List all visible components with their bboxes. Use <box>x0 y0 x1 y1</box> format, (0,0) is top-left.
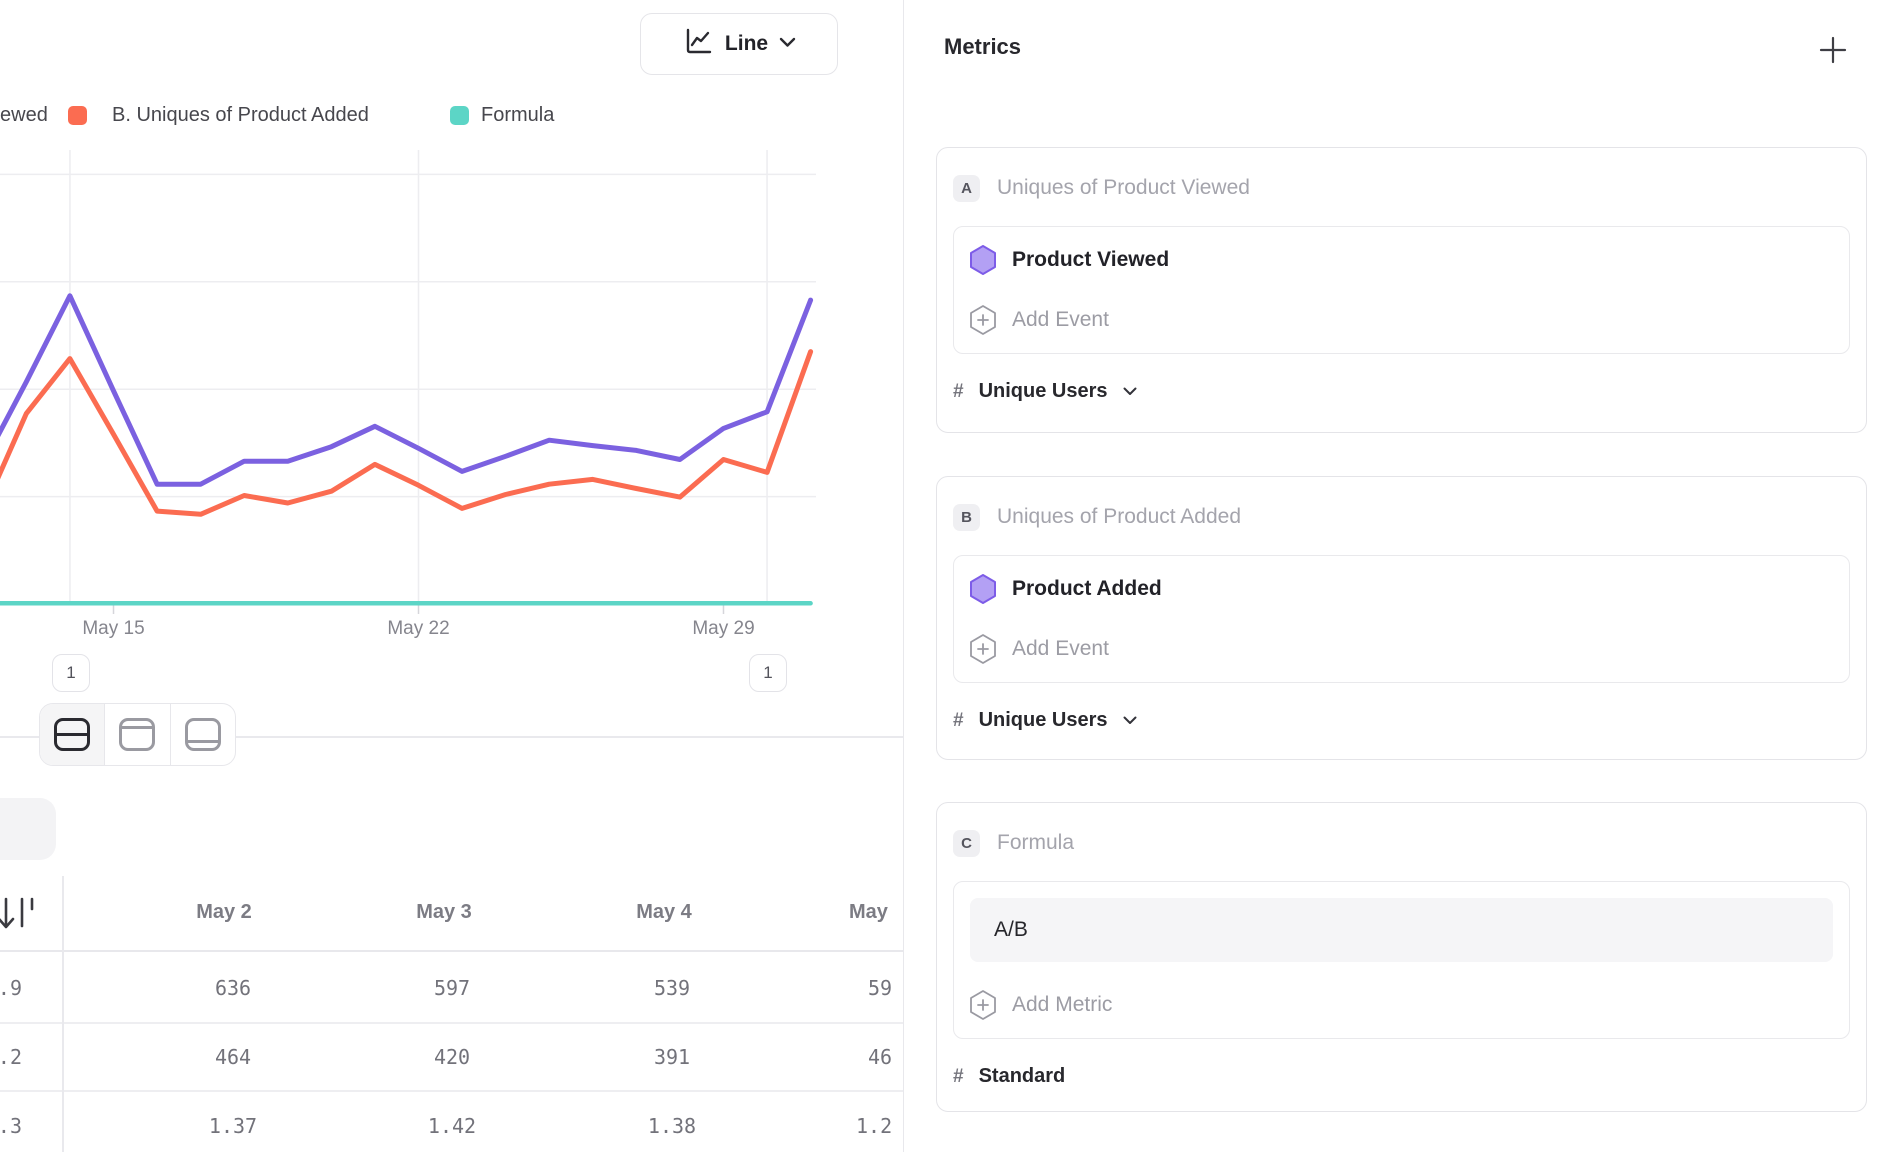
metric-title: Uniques of Product Added <box>997 505 1241 529</box>
table-cell: 1.37 <box>143 1110 323 1142</box>
sort-descending-icon[interactable] <box>0 894 42 934</box>
series-line <box>0 352 811 515</box>
legend-item-formula[interactable]: Formula <box>481 104 554 127</box>
metric-title: Formula <box>997 831 1074 855</box>
line-chart-icon <box>682 26 714 63</box>
table-header-border <box>0 950 903 952</box>
measure-label: Unique Users <box>979 709 1108 732</box>
layout-toggle-group <box>39 703 236 766</box>
add-event-icon <box>970 305 996 335</box>
metric-card-header: A Uniques of Product Viewed <box>953 174 1850 202</box>
table-cell: 597 <box>362 972 542 1004</box>
add-metric-label: Add Metric <box>1012 993 1112 1017</box>
table-cell: 1.38 <box>582 1110 762 1142</box>
metric-badge: A <box>953 175 980 202</box>
metric-card-header: C Formula <box>953 829 1850 857</box>
metric-badge: C <box>953 830 980 857</box>
event-box: Product Viewed Add Event <box>953 226 1850 354</box>
number-icon: # <box>953 710 964 732</box>
legend-item-a-partial[interactable]: ewed <box>0 104 48 127</box>
table-only-icon <box>185 718 221 751</box>
add-event-icon <box>970 634 996 664</box>
event-hexagon-icon <box>970 245 996 275</box>
toggle-table-only[interactable] <box>170 704 235 765</box>
table-cell: 464 <box>143 1041 323 1073</box>
table-cell-partial: .2 <box>0 1041 22 1073</box>
event-box: Product Added Add Event <box>953 555 1850 683</box>
table-tab-pill[interactable] <box>0 798 56 860</box>
add-metric-button[interactable]: Add Metric <box>970 988 1833 1022</box>
add-event-button[interactable]: Add Event <box>970 632 1833 666</box>
add-event-button[interactable]: Add Event <box>970 303 1833 337</box>
x-axis-label: May 29 <box>692 618 754 639</box>
section-divider <box>236 736 903 738</box>
legend-swatch-formula <box>450 106 469 125</box>
measure-label: Unique Users <box>979 380 1108 403</box>
add-metric-icon <box>970 990 996 1020</box>
chart-only-icon <box>119 718 155 751</box>
add-metric-plus-icon[interactable] <box>1819 36 1847 69</box>
section-divider <box>0 736 39 738</box>
table-cell-partial: 1.2 <box>856 1110 903 1142</box>
chart-section: May 15 May 22 May 29 ewed B. Uniques of Pr… <box>0 0 903 1152</box>
metric-card-b: B Uniques of Product Added Product Added <box>936 476 1867 760</box>
frozen-column-divider <box>62 876 64 1152</box>
table-header-cell: May 2 <box>134 896 314 928</box>
chevron-down-icon <box>1123 716 1137 725</box>
metric-card-header: B Uniques of Product Added <box>953 503 1850 531</box>
legend-swatch-b <box>68 106 87 125</box>
table-header-cell-cut: May <box>849 896 903 928</box>
toggle-split-view[interactable] <box>40 704 104 765</box>
panel-title: Metrics <box>944 34 1021 60</box>
number-icon: # <box>953 1066 964 1088</box>
legend-item-b[interactable]: B. Uniques of Product Added <box>112 104 369 127</box>
add-event-label: Add Event <box>1012 637 1109 661</box>
insights-report: May 15 May 22 May 29 ewed B. Uniques of Pr… <box>0 0 1898 1152</box>
metric-badge: B <box>953 504 980 531</box>
chart-type-dropdown[interactable]: Line <box>640 13 838 75</box>
metrics-panel: Metrics A Uniques of Product Viewed Prod… <box>903 0 1898 1152</box>
table-header-cell: May 3 <box>354 896 534 928</box>
metric-card-a: A Uniques of Product Viewed Product View… <box>936 147 1867 433</box>
table-cell: 420 <box>362 1041 542 1073</box>
number-icon: # <box>953 381 964 403</box>
table-cell: 391 <box>582 1041 762 1073</box>
table-cell-partial: 59 <box>868 972 903 1004</box>
split-view-icon <box>54 718 90 751</box>
annotation-badge[interactable]: 1 <box>52 654 90 692</box>
table-cell: 636 <box>143 972 323 1004</box>
chevron-down-icon <box>779 35 796 53</box>
event-name: Product Added <box>1012 577 1162 601</box>
formula-box: A/B Add Metric <box>953 881 1850 1039</box>
toggle-chart-only[interactable] <box>104 704 169 765</box>
table-cell-partial: .3 <box>0 1110 22 1142</box>
metric-title: Uniques of Product Viewed <box>997 176 1250 200</box>
table-cell-partial: .9 <box>0 972 22 1004</box>
measure-selector[interactable]: # Unique Users <box>953 709 1850 732</box>
chart-type-label: Line <box>725 32 768 56</box>
measure-label: Standard <box>979 1065 1066 1088</box>
table-cell: 539 <box>582 972 762 1004</box>
table-row-separator <box>0 1022 903 1024</box>
x-axis-label: May 22 <box>387 618 449 639</box>
metric-card-c: C Formula A/B Add Metric # Standard <box>936 802 1867 1112</box>
event-name: Product Viewed <box>1012 248 1169 272</box>
formula-input[interactable]: A/B <box>970 898 1833 962</box>
measure-selector[interactable]: # Unique Users <box>953 380 1850 403</box>
event-row[interactable]: Product Viewed <box>970 243 1833 277</box>
event-row[interactable]: Product Added <box>970 572 1833 606</box>
event-hexagon-icon <box>970 574 996 604</box>
x-axis-label: May 15 <box>82 618 144 639</box>
table-header-cell: May 4 <box>574 896 754 928</box>
series-line <box>0 296 811 484</box>
add-event-label: Add Event <box>1012 308 1109 332</box>
table-row-separator <box>0 1090 903 1092</box>
annotation-badge[interactable]: 1 <box>749 654 787 692</box>
measure-selector[interactable]: # Standard <box>953 1065 1850 1088</box>
chevron-down-icon <box>1123 387 1137 396</box>
table-cell: 1.42 <box>362 1110 542 1142</box>
table-cell-partial: 46 <box>868 1041 903 1073</box>
